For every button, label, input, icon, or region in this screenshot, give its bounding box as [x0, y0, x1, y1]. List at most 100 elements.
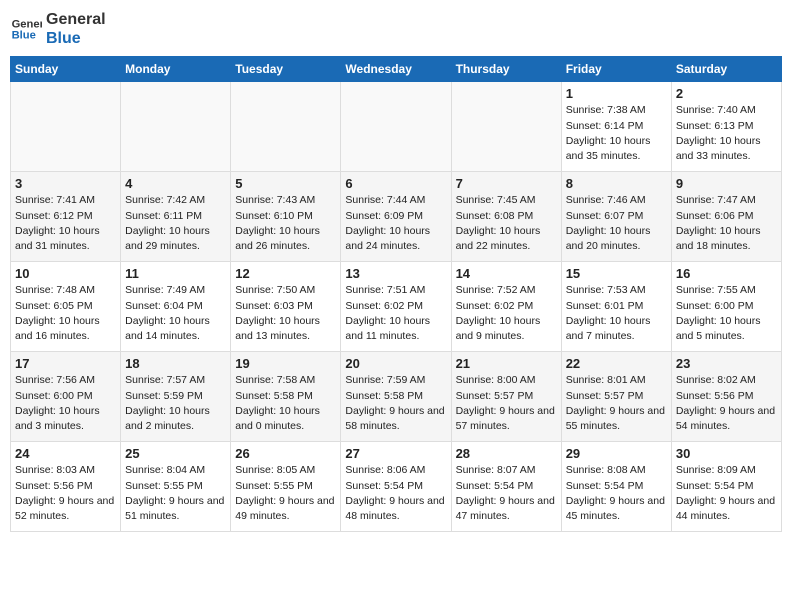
day-number: 19	[235, 356, 336, 371]
day-number: 16	[676, 266, 777, 281]
calendar-table: SundayMondayTuesdayWednesdayThursdayFrid…	[10, 56, 782, 532]
day-info: Sunrise: 7:55 AMSunset: 6:00 PMDaylight:…	[676, 283, 777, 344]
day-info: Sunrise: 8:08 AMSunset: 5:54 PMDaylight:…	[566, 463, 667, 524]
day-info: Sunrise: 7:42 AMSunset: 6:11 PMDaylight:…	[125, 193, 226, 254]
day-number: 3	[15, 176, 116, 191]
day-cell: 22 Sunrise: 8:01 AMSunset: 5:57 PMDayligh…	[561, 352, 671, 442]
day-number: 23	[676, 356, 777, 371]
day-info: Sunrise: 7:41 AMSunset: 6:12 PMDaylight:…	[15, 193, 116, 254]
day-number: 7	[456, 176, 557, 191]
day-cell: 20 Sunrise: 7:59 AMSunset: 5:58 PMDayligh…	[341, 352, 451, 442]
week-row-2: 3 Sunrise: 7:41 AMSunset: 6:12 PMDaylight…	[11, 172, 782, 262]
day-info: Sunrise: 8:04 AMSunset: 5:55 PMDaylight:…	[125, 463, 226, 524]
svg-text:Blue: Blue	[12, 30, 36, 42]
day-info: Sunrise: 7:59 AMSunset: 5:58 PMDaylight:…	[345, 373, 446, 434]
day-cell: 2 Sunrise: 7:40 AMSunset: 6:13 PMDaylight…	[671, 82, 781, 172]
logo-general: General	[46, 10, 106, 29]
day-info: Sunrise: 8:03 AMSunset: 5:56 PMDaylight:…	[15, 463, 116, 524]
day-info: Sunrise: 7:40 AMSunset: 6:13 PMDaylight:…	[676, 103, 777, 164]
day-number: 15	[566, 266, 667, 281]
day-cell: 21 Sunrise: 8:00 AMSunset: 5:57 PMDayligh…	[451, 352, 561, 442]
day-cell: 26Sunrise: 8:05 AMSunset: 5:55 PMDayligh…	[231, 442, 341, 532]
day-number: 10	[15, 266, 116, 281]
col-header-thursday: Thursday	[451, 57, 561, 82]
day-number: 28	[456, 446, 557, 461]
day-cell: 8 Sunrise: 7:46 AMSunset: 6:07 PMDaylight…	[561, 172, 671, 262]
day-cell: 24 Sunrise: 8:03 AMSunset: 5:56 PMDayligh…	[11, 442, 121, 532]
page-header: General Blue General Blue	[10, 10, 782, 48]
day-number: 5	[235, 176, 336, 191]
day-number: 21	[456, 356, 557, 371]
day-cell: 16 Sunrise: 7:55 AMSunset: 6:00 PMDayligh…	[671, 262, 781, 352]
col-header-saturday: Saturday	[671, 57, 781, 82]
day-number: 25	[125, 446, 226, 461]
day-number: 1	[566, 86, 667, 101]
day-number: 11	[125, 266, 226, 281]
col-header-tuesday: Tuesday	[231, 57, 341, 82]
day-info: Sunrise: 7:52 AMSunset: 6:02 PMDaylight:…	[456, 283, 557, 344]
col-header-sunday: Sunday	[11, 57, 121, 82]
day-cell: 7 Sunrise: 7:45 AMSunset: 6:08 PMDaylight…	[451, 172, 561, 262]
day-number: 6	[345, 176, 446, 191]
day-info: Sunrise: 8:07 AMSunset: 5:54 PMDaylight:…	[456, 463, 557, 524]
day-number: 22	[566, 356, 667, 371]
day-cell: 1 Sunrise: 7:38 AMSunset: 6:14 PMDaylight…	[561, 82, 671, 172]
day-cell: 3 Sunrise: 7:41 AMSunset: 6:12 PMDaylight…	[11, 172, 121, 262]
day-info: Sunrise: 7:50 AMSunset: 6:03 PMDaylight:…	[235, 283, 336, 344]
day-info: Sunrise: 7:53 AMSunset: 6:01 PMDaylight:…	[566, 283, 667, 344]
day-cell: 17Sunrise: 7:56 AMSunset: 6:00 PMDayligh…	[11, 352, 121, 442]
day-number: 24	[15, 446, 116, 461]
day-cell	[341, 82, 451, 172]
day-number: 20	[345, 356, 446, 371]
day-info: Sunrise: 7:43 AMSunset: 6:10 PMDaylight:…	[235, 193, 336, 254]
day-info: Sunrise: 7:46 AMSunset: 6:07 PMDaylight:…	[566, 193, 667, 254]
day-info: Sunrise: 7:38 AMSunset: 6:14 PMDaylight:…	[566, 103, 667, 164]
day-cell: 6Sunrise: 7:44 AMSunset: 6:09 PMDaylight…	[341, 172, 451, 262]
day-info: Sunrise: 7:49 AMSunset: 6:04 PMDaylight:…	[125, 283, 226, 344]
day-cell: 10Sunrise: 7:48 AMSunset: 6:05 PMDayligh…	[11, 262, 121, 352]
day-cell: 4 Sunrise: 7:42 AMSunset: 6:11 PMDaylight…	[121, 172, 231, 262]
logo: General Blue General Blue	[10, 10, 106, 48]
day-cell: 15 Sunrise: 7:53 AMSunset: 6:01 PMDayligh…	[561, 262, 671, 352]
day-number: 29	[566, 446, 667, 461]
day-cell: 12Sunrise: 7:50 AMSunset: 6:03 PMDayligh…	[231, 262, 341, 352]
day-cell: 5 Sunrise: 7:43 AMSunset: 6:10 PMDaylight…	[231, 172, 341, 262]
day-number: 17	[15, 356, 116, 371]
day-cell	[121, 82, 231, 172]
day-info: Sunrise: 7:45 AMSunset: 6:08 PMDaylight:…	[456, 193, 557, 254]
logo-blue: Blue	[46, 29, 106, 48]
day-number: 27	[345, 446, 446, 461]
day-cell: 9 Sunrise: 7:47 AMSunset: 6:06 PMDaylight…	[671, 172, 781, 262]
logo-icon: General Blue	[10, 13, 42, 45]
day-cell: 11 Sunrise: 7:49 AMSunset: 6:04 PMDayligh…	[121, 262, 231, 352]
week-row-5: 24 Sunrise: 8:03 AMSunset: 5:56 PMDayligh…	[11, 442, 782, 532]
day-cell: 25 Sunrise: 8:04 AMSunset: 5:55 PMDayligh…	[121, 442, 231, 532]
day-cell: 13 Sunrise: 7:51 AMSunset: 6:02 PMDayligh…	[341, 262, 451, 352]
day-cell: 29 Sunrise: 8:08 AMSunset: 5:54 PMDayligh…	[561, 442, 671, 532]
week-row-1: 1 Sunrise: 7:38 AMSunset: 6:14 PMDaylight…	[11, 82, 782, 172]
day-number: 14	[456, 266, 557, 281]
week-row-4: 17Sunrise: 7:56 AMSunset: 6:00 PMDayligh…	[11, 352, 782, 442]
day-info: Sunrise: 8:02 AMSunset: 5:56 PMDaylight:…	[676, 373, 777, 434]
day-info: Sunrise: 8:01 AMSunset: 5:57 PMDaylight:…	[566, 373, 667, 434]
day-info: Sunrise: 7:47 AMSunset: 6:06 PMDaylight:…	[676, 193, 777, 254]
col-header-monday: Monday	[121, 57, 231, 82]
day-cell: 14 Sunrise: 7:52 AMSunset: 6:02 PMDayligh…	[451, 262, 561, 352]
day-number: 9	[676, 176, 777, 191]
calendar-header-row: SundayMondayTuesdayWednesdayThursdayFrid…	[11, 57, 782, 82]
day-number: 8	[566, 176, 667, 191]
day-cell: 30Sunrise: 8:09 AMSunset: 5:54 PMDayligh…	[671, 442, 781, 532]
day-info: Sunrise: 7:57 AMSunset: 5:59 PMDaylight:…	[125, 373, 226, 434]
day-number: 4	[125, 176, 226, 191]
day-info: Sunrise: 8:00 AMSunset: 5:57 PMDaylight:…	[456, 373, 557, 434]
day-number: 13	[345, 266, 446, 281]
col-header-wednesday: Wednesday	[341, 57, 451, 82]
day-info: Sunrise: 7:58 AMSunset: 5:58 PMDaylight:…	[235, 373, 336, 434]
day-cell	[451, 82, 561, 172]
day-info: Sunrise: 8:09 AMSunset: 5:54 PMDaylight:…	[676, 463, 777, 524]
day-info: Sunrise: 8:05 AMSunset: 5:55 PMDaylight:…	[235, 463, 336, 524]
day-number: 2	[676, 86, 777, 101]
day-info: Sunrise: 7:51 AMSunset: 6:02 PMDaylight:…	[345, 283, 446, 344]
day-cell: 18 Sunrise: 7:57 AMSunset: 5:59 PMDayligh…	[121, 352, 231, 442]
day-number: 18	[125, 356, 226, 371]
